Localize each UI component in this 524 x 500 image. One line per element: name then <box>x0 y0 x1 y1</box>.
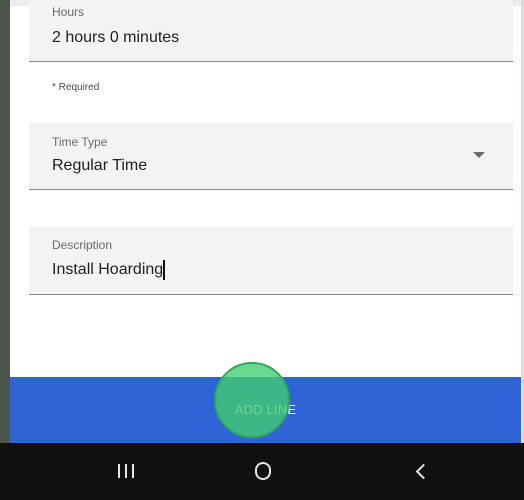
hours-field[interactable]: Hours 2 hours 0 minutes <box>29 0 513 62</box>
description-value: Install Hoarding <box>52 260 166 280</box>
time-type-value: Regular Time <box>52 157 148 174</box>
time-type-label: Time Type <box>52 135 108 149</box>
back-icon <box>415 463 431 479</box>
recent-apps-button[interactable] <box>96 453 156 489</box>
back-button[interactable] <box>391 453 451 489</box>
description-label: Description <box>52 238 113 252</box>
home-icon <box>255 462 271 480</box>
left-edge <box>0 0 10 443</box>
description-field[interactable]: Description Install Hoarding <box>29 227 513 295</box>
hours-value: 2 hours 0 minutes <box>52 29 180 46</box>
time-type-select[interactable]: Time Type Regular Time <box>29 123 513 190</box>
home-button[interactable] <box>233 453 293 489</box>
text-cursor <box>163 260 166 280</box>
required-note: * Required <box>52 82 100 93</box>
hours-label: Hours <box>52 5 85 19</box>
recent-apps-icon <box>118 464 134 478</box>
system-nav-bar <box>0 443 524 500</box>
dropdown-arrow-icon[interactable] <box>473 152 485 158</box>
touch-indicator <box>214 362 290 438</box>
description-text: Install Hoarding <box>52 261 164 278</box>
